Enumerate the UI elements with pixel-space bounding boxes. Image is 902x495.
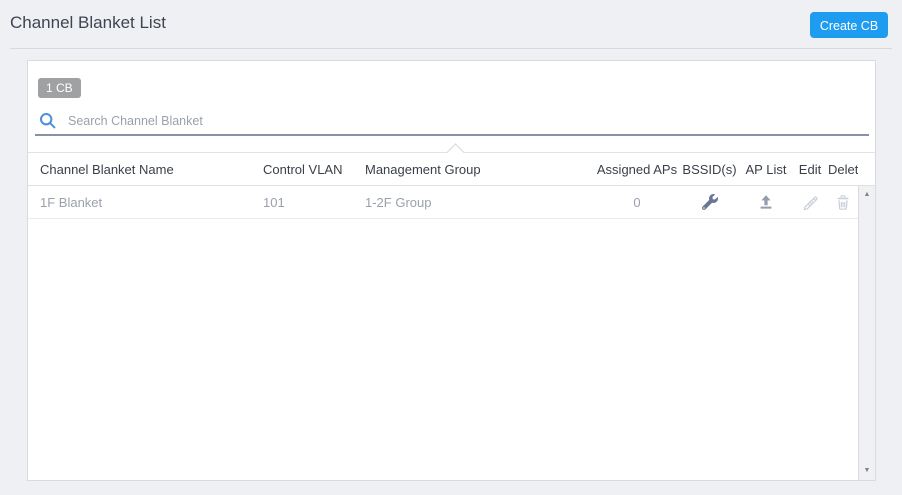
col-header-control-vlan: Control VLAN [263,161,343,177]
col-header-delete: Delete [828,161,858,177]
row-vlan-cell: 101 [263,194,285,210]
vertical-scrollbar[interactable]: ▲ ▼ [858,186,875,480]
search-icon [39,112,57,130]
row-name-cell: 1F Blanket [40,194,103,210]
row-group-cell: 1-2F Group [365,194,432,210]
col-header-edit: Edit [798,161,822,177]
scroll-down-icon[interactable]: ▼ [859,466,875,476]
col-header-name: Channel Blanket Name [40,161,174,177]
row-assigned-aps-cell: 0 [633,194,641,210]
card-toolbar: 1 CB [28,61,875,153]
create-cb-button[interactable]: Create CB [810,12,888,38]
wrench-icon[interactable] [700,192,720,212]
row-bssid-cell [679,192,740,212]
col-header-assigned-aps: Assigned APs [596,161,678,177]
row-edit-cell [792,192,828,212]
search-bar[interactable] [35,108,869,136]
channel-blanket-card: 1 CB Channel Blanket Name Control VLAN M… [27,60,876,481]
page-title: Channel Blanket List [10,13,166,32]
pencil-icon[interactable] [800,192,820,212]
cb-count-badge: 1 CB [38,78,81,98]
col-header-bssids: BSSID(s) [682,161,737,177]
table-row: 1F Blanket 101 1-2F Group 0 [28,186,875,219]
col-header-management-group: Management Group [365,161,481,177]
upload-icon[interactable] [756,192,776,212]
row-ap-list-cell [740,192,792,212]
row-delete-cell [828,192,858,212]
search-input[interactable] [66,113,869,129]
table-body: 1F Blanket 101 1-2F Group 0 [28,186,875,219]
scroll-up-icon[interactable]: ▲ [859,190,875,200]
title-divider [10,48,892,49]
trash-icon[interactable] [833,192,853,212]
col-header-ap-list: AP List [745,161,787,177]
